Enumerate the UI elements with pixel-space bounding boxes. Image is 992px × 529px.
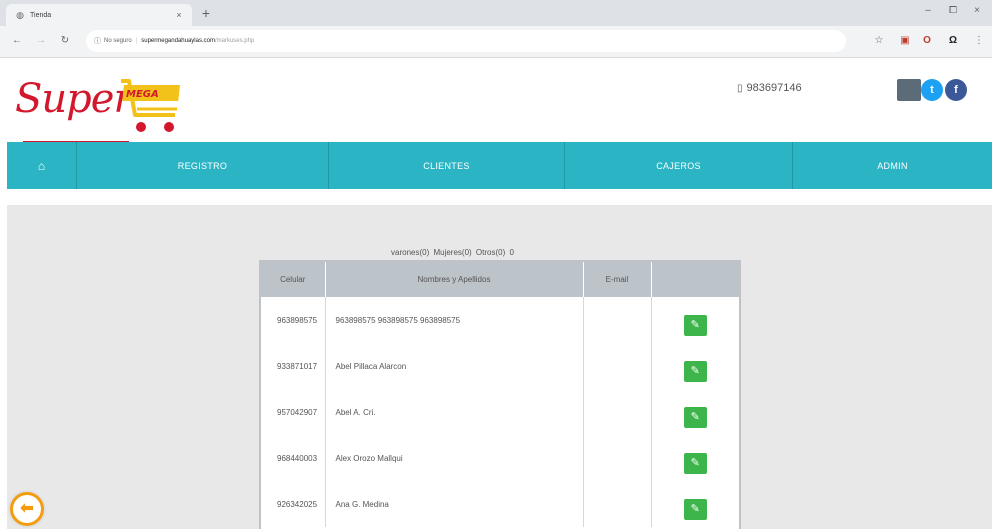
cell-nombre: 963898575 963898575 963898575: [325, 297, 584, 343]
nav-item-admin[interactable]: ADMIN: [793, 142, 992, 189]
menu-icon[interactable]: ⋮: [972, 35, 986, 46]
back-arrow-button[interactable]: ⬅: [10, 492, 44, 526]
minimize-button[interactable]: –: [921, 5, 935, 16]
url-path: /markuses.php: [214, 38, 255, 44]
close-window-button[interactable]: ×: [970, 5, 984, 16]
cell-nombre: Abel Pillaca Alarcon: [325, 343, 584, 389]
table-row: 968440003 Alex Orozo Mallqui ✎: [261, 435, 739, 481]
phone-icon: ▯: [737, 83, 743, 94]
address-bar: ← → ↻ ⓘ No seguro | supermegandahuaylas.…: [0, 26, 992, 58]
cell-nombre: Ana G. Medina: [325, 481, 584, 527]
twitter-icon[interactable]: t: [921, 79, 943, 101]
main-navbar: ⌂ REGISTRO CLIENTES CAJEROS ADMIN: [7, 142, 992, 189]
clients-table: Celular Nombres y Apellidos E-mail 96389…: [259, 260, 741, 529]
cell-actions: ✎: [651, 435, 739, 481]
cell-celular: 933871017: [261, 343, 326, 389]
profile-icon[interactable]: Ω: [946, 35, 960, 46]
info-icon[interactable]: ⓘ: [94, 36, 101, 46]
globe-icon: ◍: [16, 10, 24, 20]
table-row: 926342025 Ana G. Medina ✎: [261, 481, 739, 527]
edit-pencil-icon[interactable]: ✎: [683, 498, 707, 520]
cell-celular: 963898575: [261, 297, 326, 343]
browser-tabstrip: ◍ Tienda × + – ⧠ ×: [0, 0, 992, 26]
cell-nombre: Alex Orozo Mallqui: [325, 435, 584, 481]
star-icon[interactable]: ☆: [872, 35, 886, 46]
header-nombres: Nombres y Apellidos: [325, 262, 584, 297]
table-row: 933871017 Abel Pillaca Alarcon ✎: [261, 343, 739, 389]
phone-text: 983697146: [746, 82, 802, 94]
security-label: No seguro: [104, 38, 132, 44]
cell-actions: ✎: [651, 297, 739, 343]
cell-celular: 957042907: [261, 389, 326, 435]
table-row: 957042907 Abel A. Cri. ✎: [261, 389, 739, 435]
url-text: supermegandahuaylas.com/markuses.php: [141, 38, 254, 44]
edit-pencil-icon[interactable]: ✎: [683, 406, 707, 428]
cell-email: [583, 389, 652, 435]
cell-email: [583, 343, 652, 389]
home-icon[interactable]: ⌂: [7, 142, 77, 189]
site-header: Super MEGA ▯ 983697146 t f: [7, 59, 992, 143]
url-host: supermegandahuaylas.com: [141, 38, 215, 44]
logo[interactable]: Super MEGA: [15, 67, 215, 143]
cell-celular: 926342025: [261, 481, 326, 527]
back-arrow-icon[interactable]: ←: [10, 35, 24, 46]
gender-counts: varones(0) Mujeres(0) Otros(0) 0: [391, 248, 514, 257]
reload-icon[interactable]: ↻: [58, 35, 72, 46]
url-input[interactable]: ⓘ No seguro | supermegandahuaylas.com/ma…: [86, 30, 846, 52]
table-header-row: Celular Nombres y Apellidos E-mail: [261, 262, 739, 297]
arrow-left-icon: ⬅: [20, 500, 34, 517]
new-tab-button[interactable]: +: [198, 5, 214, 21]
nav-item-clientes[interactable]: CLIENTES: [329, 142, 565, 189]
browser-tab[interactable]: ◍ Tienda ×: [6, 4, 192, 26]
facebook-icon[interactable]: f: [945, 79, 967, 101]
cell-actions: ✎: [651, 343, 739, 389]
maximize-button[interactable]: ⧠: [946, 5, 960, 16]
cell-email: [583, 481, 652, 527]
cell-nombre: Abel A. Cri.: [325, 389, 584, 435]
edit-pencil-icon[interactable]: ✎: [683, 452, 707, 474]
cell-actions: ✎: [651, 389, 739, 435]
social-square-icon[interactable]: [897, 79, 921, 101]
tab-close-icon[interactable]: ×: [172, 10, 186, 20]
table-row: 963898575 963898575 963898575 963898575 …: [261, 297, 739, 343]
header-actions: [651, 262, 739, 297]
nav-item-cajeros[interactable]: CAJEROS: [565, 142, 793, 189]
opera-icon[interactable]: O: [920, 35, 934, 46]
extension-icon[interactable]: ▣: [898, 35, 912, 46]
phone-number: ▯ 983697146: [737, 82, 802, 94]
header-celular: Celular: [261, 262, 326, 297]
logo-mega-text: MEGA: [126, 89, 159, 100]
header-email: E-mail: [583, 262, 652, 297]
cell-email: [583, 435, 652, 481]
tab-title: Tienda: [30, 11, 52, 19]
edit-pencil-icon[interactable]: ✎: [683, 360, 707, 382]
cell-actions: ✎: [651, 481, 739, 527]
cell-celular: 968440003: [261, 435, 326, 481]
content-area: varones(0) Mujeres(0) Otros(0) 0 Celular…: [7, 205, 992, 529]
edit-pencil-icon[interactable]: ✎: [683, 314, 707, 336]
forward-arrow-icon[interactable]: →: [34, 35, 48, 46]
shopping-cart-icon: [121, 79, 180, 132]
nav-item-registro[interactable]: REGISTRO: [77, 142, 329, 189]
cell-email: [583, 297, 652, 343]
